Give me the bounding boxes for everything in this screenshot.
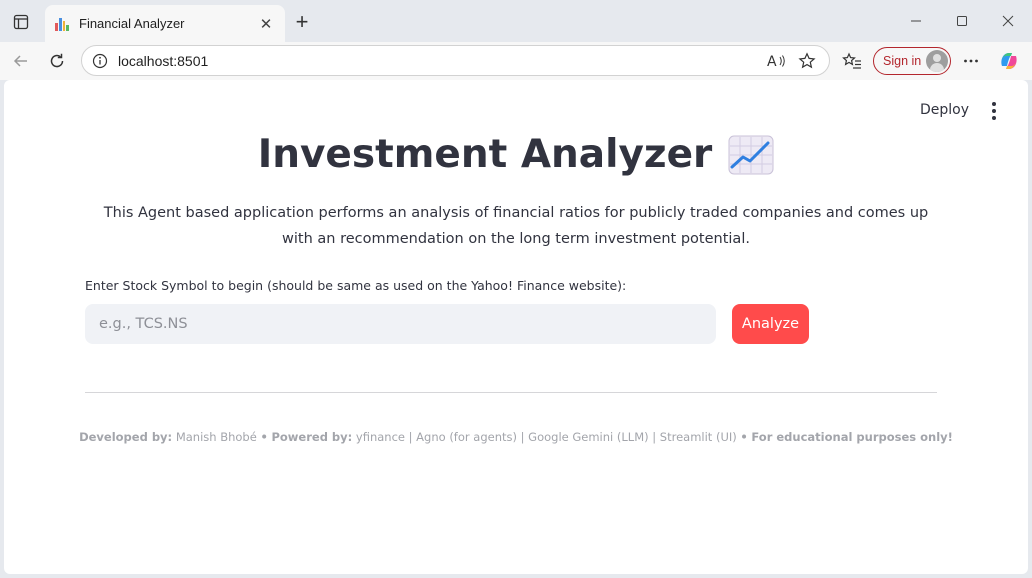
developed-by-label: Developed by: [79, 430, 173, 444]
minimize-button[interactable] [893, 8, 939, 34]
favorites-button[interactable] [838, 47, 866, 75]
avatar-icon [926, 50, 948, 72]
deploy-button[interactable]: Deploy [920, 102, 969, 118]
address-bar[interactable]: localhost:8501 A [81, 45, 830, 76]
info-icon[interactable] [92, 53, 108, 69]
analyze-button[interactable]: Analyze [732, 304, 809, 344]
maximize-icon [957, 16, 967, 26]
separator: • [740, 430, 748, 444]
powered-by-label: Powered by: [271, 430, 353, 444]
refresh-icon [50, 53, 64, 68]
app-description: This Agent based application performs an… [103, 205, 929, 247]
ellipsis-icon [964, 59, 978, 63]
menu-dot [992, 116, 996, 120]
favorites-list-icon [842, 52, 861, 69]
chart-increasing-icon [728, 135, 774, 174]
sign-in-label: Sign in [883, 54, 922, 68]
bar-chart-icon [55, 17, 69, 31]
refresh-button[interactable] [43, 47, 71, 75]
browser-tab-active[interactable]: Financial Analyzer ✕ [45, 5, 285, 42]
arrow-left-icon [13, 55, 27, 67]
maximize-button[interactable] [939, 8, 985, 34]
svg-text:A: A [767, 54, 777, 69]
divider [85, 392, 937, 393]
separator: • [260, 430, 268, 444]
back-button[interactable] [7, 47, 35, 75]
stock-symbol-input[interactable] [85, 304, 716, 344]
copilot-icon [1001, 53, 1017, 69]
read-aloud-icon[interactable]: A [765, 49, 789, 73]
tab-title: Financial Analyzer [79, 16, 185, 31]
more-options-button[interactable] [957, 47, 985, 75]
page-viewport: Deploy Investment Analyzer This Agent ba… [4, 80, 1028, 574]
browser-toolbar: localhost:8501 A Sign in [0, 42, 1032, 80]
page-title-text: Investment Analyzer [257, 132, 713, 177]
close-icon [1002, 15, 1014, 27]
sidebar-panel-icon [13, 14, 29, 30]
tab-close-icon[interactable]: ✕ [257, 15, 275, 33]
sign-in-button[interactable]: Sign in [873, 47, 951, 75]
window-close-button[interactable] [985, 8, 1031, 34]
developer-name: Manish Bhobé [175, 430, 257, 444]
menu-dot [992, 109, 996, 113]
new-tab-button[interactable]: + [290, 10, 314, 34]
copilot-button[interactable] [995, 47, 1023, 75]
page-title: Investment Analyzer [4, 132, 1028, 177]
menu-dot [992, 102, 996, 106]
favorite-star-icon[interactable] [795, 49, 819, 73]
disclaimer: For educational purposes only! [751, 430, 953, 444]
stock-symbol-label: Enter Stock Symbol to begin (should be s… [85, 278, 627, 293]
browser-tab-bar: Financial Analyzer ✕ + [0, 0, 1032, 42]
url-text[interactable]: localhost:8501 [118, 53, 765, 69]
minimize-icon [911, 20, 921, 22]
footer-credits: Developed by: Manish Bhobé • Powered by:… [4, 430, 1028, 444]
main-menu-button[interactable] [984, 101, 1004, 121]
tech-stack: yfinance | Agno (for agents) | Google Ge… [355, 430, 737, 444]
tab-actions-button[interactable] [8, 9, 34, 35]
